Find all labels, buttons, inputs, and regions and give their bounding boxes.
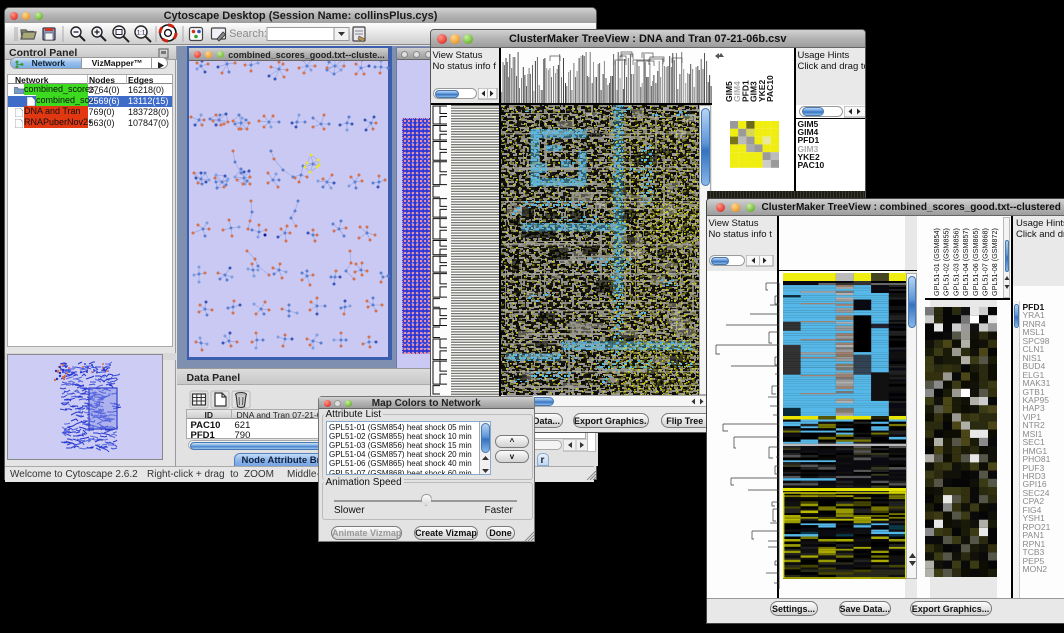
- svg-text:GPL51-03 (GSM856): GPL51-03 (GSM856): [951, 228, 960, 296]
- svg-text:GPL51-06 (GSM865): GPL51-06 (GSM865): [971, 228, 980, 296]
- svg-text:GPL51-04 (GSM857): GPL51-04 (GSM857): [961, 228, 970, 296]
- svg-text:GPL51-08 (GSM872): GPL51-08 (GSM872): [990, 228, 999, 296]
- svg-text:1:1: 1:1: [137, 30, 146, 36]
- svg-text:PAC10: PAC10: [765, 75, 775, 102]
- svg-text:GPL51-02 (GSM855): GPL51-02 (GSM855): [942, 228, 951, 296]
- svg-text:Search:: Search:: [229, 28, 267, 40]
- svg-text:GPL51-01 (GSM854): GPL51-01 (GSM854): [932, 228, 941, 296]
- svg-text:GPL51-07 (GSM868): GPL51-07 (GSM868): [981, 228, 990, 296]
